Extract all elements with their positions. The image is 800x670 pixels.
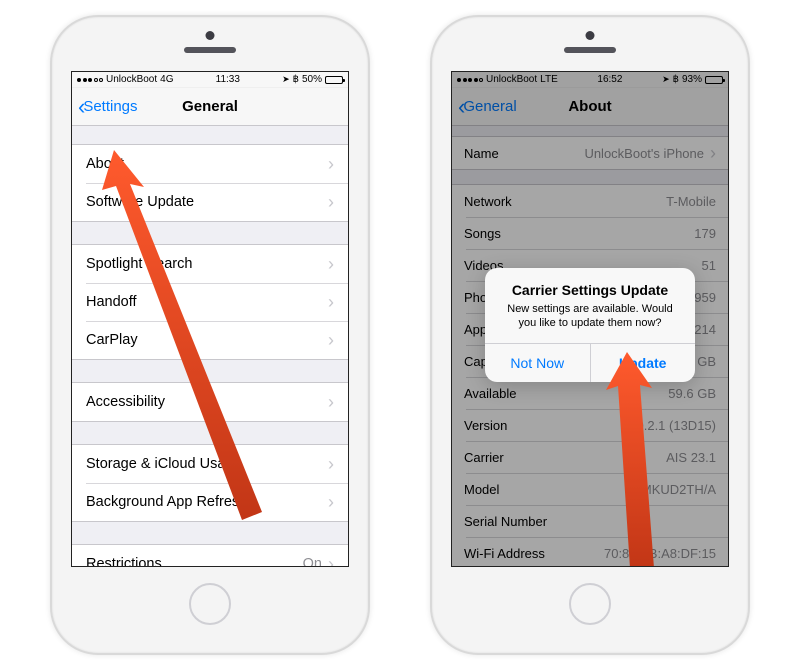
phone-left: UnlockBoot 4G 11:33 ➤ ฿ 50% ‹ Settings G… bbox=[50, 15, 370, 655]
battery-pct: 50% bbox=[302, 74, 322, 85]
chevron-right-icon: › bbox=[328, 331, 334, 349]
row-about[interactable]: About › bbox=[72, 145, 348, 183]
row-version: Version 10.2.1 (13D15) bbox=[452, 409, 728, 441]
phone-right: UnlockBoot LTE 16:52 ➤ ฿ 93% ‹ General A… bbox=[430, 15, 750, 655]
row-network: Network T-Mobile bbox=[452, 185, 728, 217]
row-detail-value: UnlockBoot's iPhone bbox=[584, 146, 704, 161]
signal-dots-icon bbox=[77, 78, 103, 82]
row-detail-value: 70:81:EB:A8:DF:15 bbox=[604, 546, 716, 561]
row-restrictions[interactable]: Restrictions On › bbox=[72, 545, 348, 567]
carrier-label: UnlockBoot bbox=[486, 74, 537, 85]
nav-arrow-icon: ➤ bbox=[662, 74, 670, 85]
row-songs: Songs 179 bbox=[452, 217, 728, 249]
row-detail-value: AIS 23.1 bbox=[666, 450, 716, 465]
phone-speaker bbox=[184, 47, 236, 53]
row-software-update[interactable]: Software Update › bbox=[72, 183, 348, 221]
row-model: Model MKUD2TH/A bbox=[452, 473, 728, 505]
status-time: 16:52 bbox=[597, 74, 622, 85]
row-detail-value: T-Mobile bbox=[666, 194, 716, 209]
row-handoff[interactable]: Handoff › bbox=[72, 283, 348, 321]
row-storage-icloud[interactable]: Storage & iCloud Usage › bbox=[72, 445, 348, 483]
row-detail-value: 59.6 GB bbox=[668, 386, 716, 401]
alert-title: Carrier Settings Update bbox=[497, 282, 683, 298]
bluetooth-icon: ฿ bbox=[293, 74, 299, 85]
row-carplay[interactable]: CarPlay › bbox=[72, 321, 348, 359]
chevron-right-icon: › bbox=[328, 393, 334, 411]
battery-pct: 93% bbox=[682, 74, 702, 85]
screen-general: UnlockBoot 4G 11:33 ➤ ฿ 50% ‹ Settings G… bbox=[71, 71, 349, 567]
settings-list[interactable]: About › Software Update › Spotlight Sear… bbox=[72, 144, 348, 567]
row-detail-value: 179 bbox=[694, 226, 716, 241]
chevron-right-icon: › bbox=[328, 193, 334, 211]
back-button[interactable]: ‹ Settings bbox=[78, 96, 138, 118]
back-label: Settings bbox=[83, 98, 137, 115]
carrier-settings-alert: Carrier Settings Update New settings are… bbox=[485, 268, 695, 382]
battery-icon bbox=[325, 76, 343, 84]
network-label: LTE bbox=[540, 74, 558, 85]
nav-bar: ‹ General About bbox=[452, 88, 728, 126]
row-detail-value: 10.2.1 (13D15) bbox=[629, 418, 716, 433]
row-name[interactable]: Name UnlockBoot's iPhone › bbox=[452, 137, 728, 169]
chevron-right-icon: › bbox=[710, 144, 716, 162]
row-background-app-refresh[interactable]: Background App Refresh › bbox=[72, 483, 348, 521]
signal-dots-icon bbox=[457, 78, 483, 82]
update-button[interactable]: Update bbox=[590, 344, 696, 382]
back-button[interactable]: ‹ General bbox=[458, 96, 517, 118]
row-accessibility[interactable]: Accessibility › bbox=[72, 383, 348, 421]
bluetooth-icon: ฿ bbox=[673, 74, 679, 85]
carrier-label: UnlockBoot bbox=[106, 74, 157, 85]
status-bar: UnlockBoot 4G 11:33 ➤ ฿ 50% bbox=[72, 72, 348, 88]
phone-speaker bbox=[564, 47, 616, 53]
chevron-right-icon: › bbox=[328, 293, 334, 311]
page-title: About bbox=[568, 98, 611, 115]
network-label: 4G bbox=[160, 74, 173, 85]
chevron-right-icon: › bbox=[328, 155, 334, 173]
row-detail-value: 214 bbox=[694, 322, 716, 337]
status-bar: UnlockBoot LTE 16:52 ➤ ฿ 93% bbox=[452, 72, 728, 88]
row-spotlight-search[interactable]: Spotlight Search › bbox=[72, 245, 348, 283]
row-serial-number: Serial Number bbox=[452, 505, 728, 537]
not-now-button[interactable]: Not Now bbox=[485, 344, 590, 382]
row-detail-value: 51 bbox=[702, 258, 716, 273]
nav-arrow-icon: ➤ bbox=[282, 74, 290, 85]
battery-icon bbox=[705, 76, 723, 84]
page-title: General bbox=[182, 98, 238, 115]
chevron-right-icon: › bbox=[328, 455, 334, 473]
chevron-right-icon: › bbox=[328, 255, 334, 273]
row-detail-value: MKUD2TH/A bbox=[641, 482, 716, 497]
row-detail-value: On bbox=[303, 556, 322, 567]
nav-bar: ‹ Settings General bbox=[72, 88, 348, 126]
alert-message: New settings are available. Would you li… bbox=[497, 302, 683, 331]
home-button[interactable] bbox=[569, 583, 611, 625]
chevron-right-icon: › bbox=[328, 493, 334, 511]
screen-about: UnlockBoot LTE 16:52 ➤ ฿ 93% ‹ General A… bbox=[451, 71, 729, 567]
row-available: Available 59.6 GB bbox=[452, 377, 728, 409]
home-button[interactable] bbox=[189, 583, 231, 625]
status-time: 11:33 bbox=[216, 74, 240, 85]
chevron-right-icon: › bbox=[328, 555, 334, 567]
back-label: General bbox=[463, 98, 516, 115]
row-carrier: Carrier AIS 23.1 bbox=[452, 441, 728, 473]
row-wifi-address: Wi-Fi Address 70:81:EB:A8:DF:15 bbox=[452, 537, 728, 567]
phone-camera bbox=[206, 31, 215, 40]
phone-camera bbox=[586, 31, 595, 40]
